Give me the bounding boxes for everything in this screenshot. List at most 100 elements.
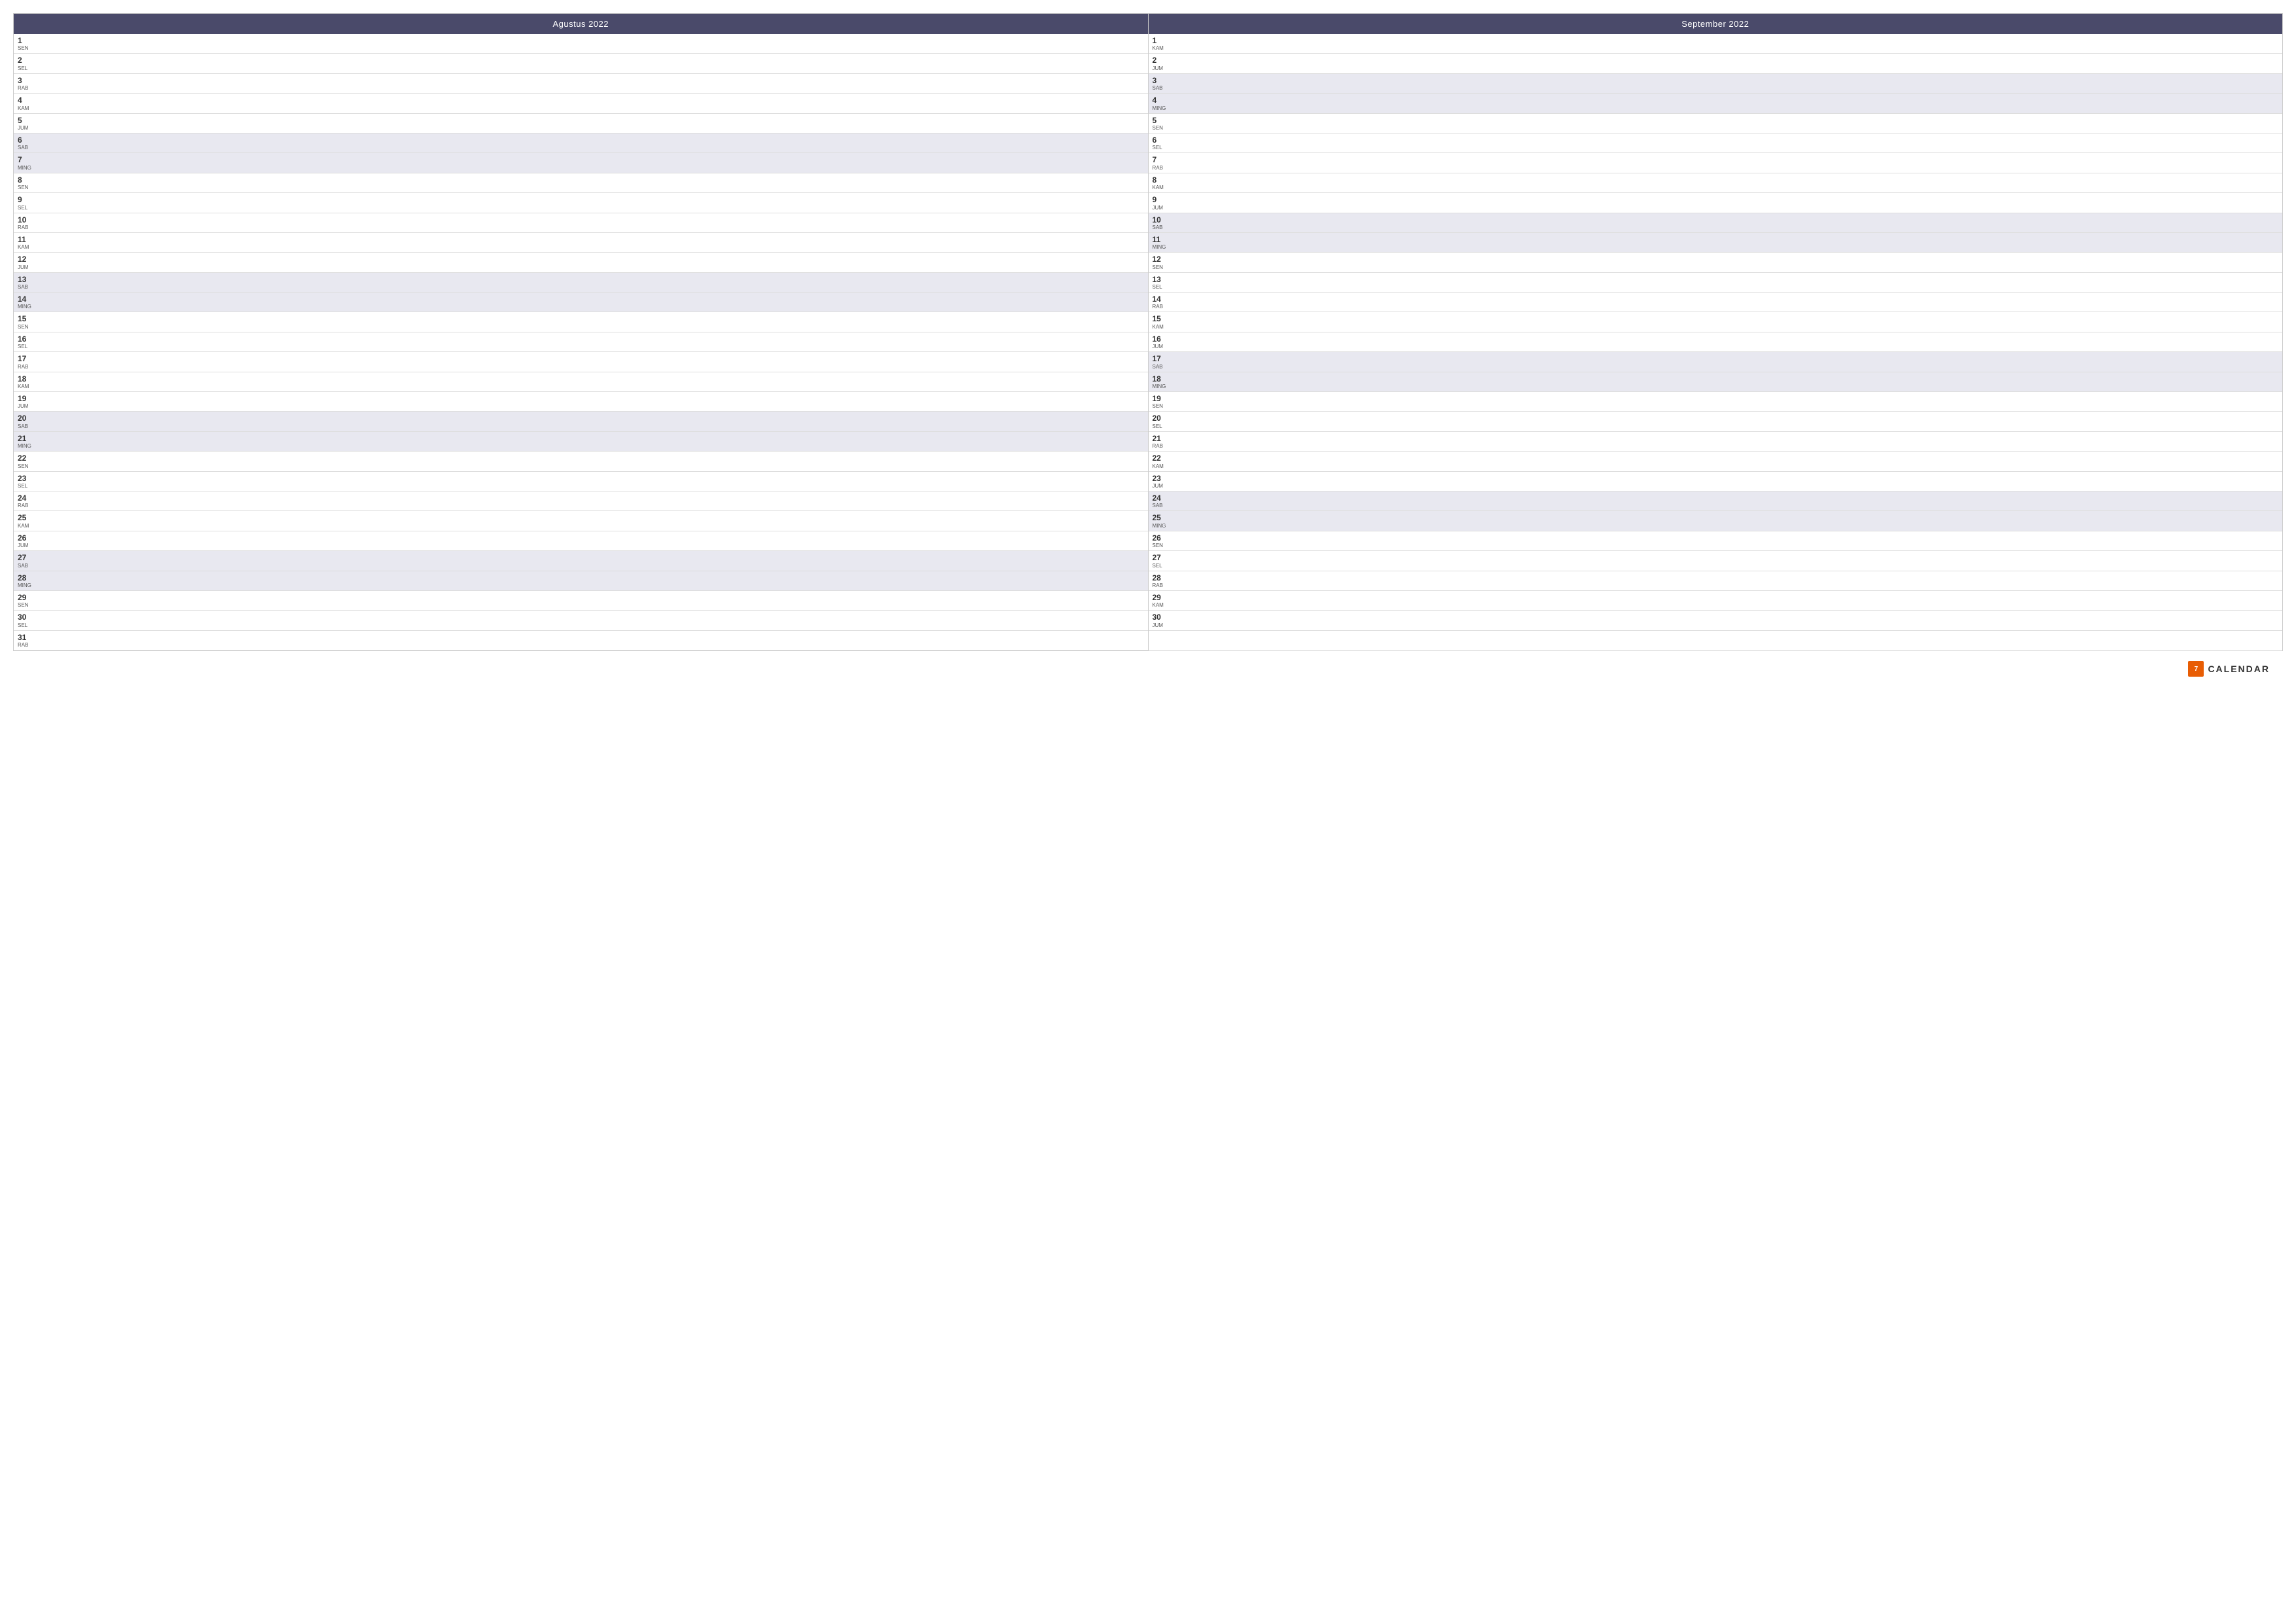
day-number: 20 — [18, 414, 32, 423]
day-row: 29SEN — [14, 591, 1148, 611]
day-cell: 28MING — [18, 573, 32, 588]
day-row: 7 RAB — [1149, 153, 2283, 173]
day-number: 29 — [1153, 593, 1167, 602]
day-cell: 30JUM — [1153, 613, 1167, 628]
day-cell: 14RAB — [1153, 294, 1167, 310]
day-row: 8KAM — [1149, 173, 2283, 193]
day-number: 8 — [1153, 175, 1167, 185]
day-number: 6 — [1153, 135, 1167, 145]
day-name: JUM — [18, 543, 32, 548]
day-cell: 18KAM — [18, 374, 32, 389]
day-number: 29 — [18, 593, 32, 602]
day-cell: 8SEN — [18, 175, 32, 190]
day-number: 7 — [1153, 155, 1167, 164]
day-row: 27SEL — [1149, 551, 2283, 571]
day-cell: 18MING — [1153, 374, 1167, 389]
day-name: RAB — [1153, 583, 1167, 588]
day-row: 26JUM — [14, 531, 1148, 551]
day-number: 22 — [18, 454, 32, 463]
day-number: 23 — [18, 474, 32, 483]
september-title: September 2022 — [1681, 19, 1749, 29]
day-number: 5 — [1153, 116, 1167, 125]
day-cell: 1KAM — [1153, 36, 1167, 51]
day-number: 12 — [1153, 255, 1167, 264]
day-cell: 9JUM — [1153, 195, 1167, 210]
day-name: SEL — [1153, 563, 1167, 569]
day-row: 4KAM — [14, 94, 1148, 113]
page: Agustus 2022 1SEN2SEL3RAB4KAM5JUM6SAB7MI… — [0, 0, 2296, 1623]
day-name: SAB — [18, 563, 32, 569]
day-cell: 2JUM — [1153, 56, 1167, 71]
day-row: 16JUM — [1149, 332, 2283, 352]
day-row: 22SEN — [14, 452, 1148, 471]
day-row: 17RAB — [14, 352, 1148, 372]
day-cell: 19JUM — [18, 394, 32, 409]
day-row: 12JUM — [14, 253, 1148, 272]
day-name: RAB — [1153, 166, 1167, 171]
september-days-list: 1KAM2JUM3SAB4MING5SEN6SEL7RAB8KAM9JUM10S… — [1149, 34, 2283, 631]
day-row: 8SEN — [14, 173, 1148, 193]
day-name: MING — [1153, 524, 1167, 529]
day-row: 19SEN — [1149, 392, 2283, 412]
day-number: 14 — [18, 294, 32, 304]
day-name: SEN — [18, 603, 32, 608]
day-number: 13 — [18, 275, 32, 284]
day-cell: 19SEN — [1153, 394, 1167, 409]
day-row: 24SAB — [1149, 491, 2283, 511]
day-number: 20 — [1153, 414, 1167, 423]
day-name: SEL — [1153, 285, 1167, 290]
day-row: 23JUM — [1149, 472, 2283, 491]
day-name: MING — [1153, 106, 1167, 111]
day-cell: 16JUM — [1153, 334, 1167, 349]
day-row: 13SEL — [1149, 273, 2283, 293]
day-cell: 25KAM — [18, 513, 32, 528]
day-name: RAB — [18, 225, 32, 230]
day-cell: 31RAB — [18, 633, 32, 648]
day-cell: 11MING — [1153, 235, 1167, 250]
day-cell: 9SEL — [18, 195, 32, 210]
day-number: 22 — [1153, 454, 1167, 463]
day-row: 18KAM — [14, 372, 1148, 392]
day-number: 26 — [1153, 533, 1167, 543]
day-cell: 23JUM — [1153, 474, 1167, 489]
day-name: SAB — [18, 145, 32, 151]
day-name: MING — [18, 166, 32, 171]
day-row: 10SAB — [1149, 213, 2283, 233]
day-row: 18MING — [1149, 372, 2283, 392]
day-cell: 21MING — [18, 434, 32, 449]
day-cell: 22SEN — [18, 454, 32, 469]
agustus-header: Agustus 2022 — [14, 14, 1148, 34]
day-name: SEL — [18, 344, 32, 349]
day-number: 30 — [18, 613, 32, 622]
day-name: SEN — [18, 185, 32, 190]
day-row: 1KAM — [1149, 34, 2283, 54]
september-header: September 2022 — [1149, 14, 2283, 34]
calendars-container: Agustus 2022 1SEN2SEL3RAB4KAM5JUM6SAB7MI… — [13, 13, 2283, 651]
day-number: 27 — [18, 553, 32, 562]
day-row: 10RAB — [14, 213, 1148, 233]
day-cell: 17SAB — [1153, 354, 1167, 369]
day-cell: 26JUM — [18, 533, 32, 548]
day-row: 21RAB — [1149, 432, 2283, 452]
day-name: SEN — [18, 46, 32, 51]
day-cell: 22KAM — [1153, 454, 1167, 469]
agustus-calendar: Agustus 2022 1SEN2SEL3RAB4KAM5JUM6SAB7MI… — [13, 13, 1149, 651]
day-number: 18 — [18, 374, 32, 383]
day-name: SAB — [1153, 365, 1167, 370]
day-number: 30 — [1153, 613, 1167, 622]
day-name: SEL — [18, 66, 32, 71]
day-number: 11 — [1153, 235, 1167, 244]
day-number: 9 — [18, 195, 32, 204]
day-name: JUM — [1153, 623, 1167, 628]
day-name: JUM — [1153, 344, 1167, 349]
day-row: 16SEL — [14, 332, 1148, 352]
day-row: 9SEL — [14, 193, 1148, 213]
day-name: KAM — [1153, 464, 1167, 469]
day-row: 23SEL — [14, 472, 1148, 491]
day-number: 24 — [18, 493, 32, 503]
day-cell: 27SEL — [1153, 553, 1167, 568]
day-number: 8 — [18, 175, 32, 185]
day-number: 3 — [1153, 76, 1167, 85]
day-row: 13SAB — [14, 273, 1148, 293]
day-number: 12 — [18, 255, 32, 264]
